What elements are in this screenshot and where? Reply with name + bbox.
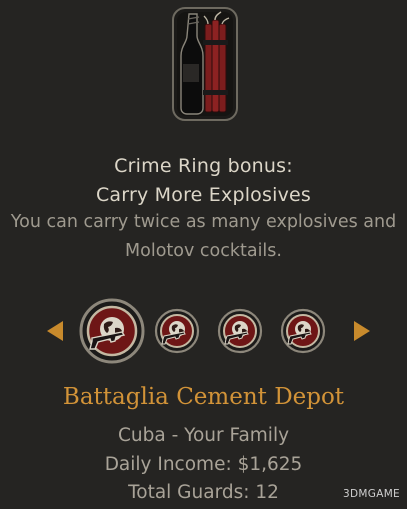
venue-name: Battaglia Cement Depot [62, 384, 345, 410]
racket-selector-3[interactable] [217, 308, 263, 354]
bonus-title-line2: Carry More Explosives [95, 184, 312, 206]
racket-selector-4[interactable] [280, 308, 326, 354]
venue-owner: Cuba - Your Family [117, 425, 290, 446]
watermark: 3DMGAME [343, 488, 400, 500]
daily-income: Daily Income: $1,625 [104, 454, 303, 475]
bonus-description-line2: Molotov cocktails. [125, 241, 282, 261]
arrow-right-icon[interactable] [352, 320, 372, 342]
bonus-description-line1: You can carry twice as many explosives a… [10, 212, 397, 232]
bonus-title-line1: Crime Ring bonus: [114, 155, 293, 177]
arrow-left-icon[interactable] [45, 320, 65, 342]
explosives-icon [171, 6, 239, 122]
racket-selector-1[interactable] [78, 298, 146, 364]
racket-selector-2[interactable] [154, 308, 200, 354]
